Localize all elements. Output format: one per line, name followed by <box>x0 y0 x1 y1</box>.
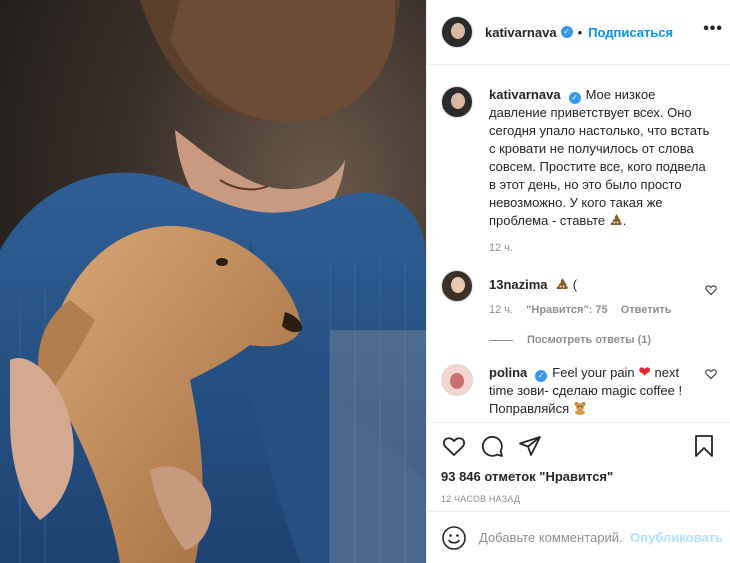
caption-row: kativarnava ✓ Мое низкое давление приветст… <box>441 86 717 254</box>
emoji-picker-icon[interactable] <box>441 525 467 551</box>
caption-username[interactable]: kativarnava <box>489 87 561 102</box>
paper-plane-icon <box>519 436 541 456</box>
view-replies-button[interactable]: Посмотреть ответы (1) <box>489 334 717 346</box>
commenter-avatar[interactable] <box>441 270 473 302</box>
comment-body: 13nazima ( <box>489 276 699 294</box>
share-button[interactable] <box>517 433 543 459</box>
caption-meta: 12 ч. <box>489 242 715 254</box>
poop-emoji-icon <box>556 278 568 289</box>
author-username[interactable]: kativarnava <box>485 25 557 40</box>
post-modal: kativarnava ✓ • Подписаться ••• kativarn… <box>0 0 730 563</box>
comment-item: polina ✓ Feel your pain ❤ next time зови- … <box>441 364 717 418</box>
separator-dot: • <box>577 24 583 40</box>
comment-meta: 12 ч. "Нравится": 75 Ответить <box>489 304 699 316</box>
post-actions: 93 846 отметок "Нравится" 12 часов назад <box>427 422 730 511</box>
verified-badge-icon: ✓ <box>568 92 581 104</box>
comment-time[interactable]: 12 ч. <box>489 304 513 316</box>
comment-input[interactable] <box>479 530 625 545</box>
author-avatar[interactable] <box>441 16 473 48</box>
replies-divider <box>489 339 513 341</box>
post-header: kativarnava ✓ • Подписаться ••• <box>427 0 730 65</box>
view-replies-label: Посмотреть ответы (1) <box>527 334 652 346</box>
like-button[interactable] <box>441 433 467 459</box>
publish-button[interactable]: Опубликовать <box>630 530 723 545</box>
post-photo[interactable] <box>0 0 426 563</box>
caption-text-end: . <box>622 213 627 228</box>
comments-list[interactable]: kativarnava ✓ Мое низкое давление приветст… <box>427 66 730 422</box>
comment-username[interactable]: 13nazima <box>489 277 548 292</box>
reply-button[interactable]: Ответить <box>621 304 672 316</box>
poop-emoji-icon <box>610 214 622 225</box>
teddy-bear-emoji-icon <box>574 402 586 415</box>
caption-time[interactable]: 12 ч. <box>489 242 513 254</box>
action-icons <box>441 433 717 459</box>
caption-avatar[interactable] <box>441 86 473 118</box>
like-comment-heart-icon[interactable] <box>705 284 717 296</box>
caption-body: kativarnava ✓ Мое низкое давление приветст… <box>489 86 715 230</box>
caption-text: Мое низкое давление приветствует всех. О… <box>489 87 710 228</box>
comment-text: ( <box>569 277 578 292</box>
red-heart-emoji-icon: ❤ <box>638 364 651 381</box>
comment-button[interactable] <box>479 433 505 459</box>
comment-item: 13nazima ( 12 ч. "Нравится": 75 Ответить <box>441 270 717 316</box>
heart-icon <box>443 437 465 456</box>
comment-username[interactable]: polina <box>489 365 527 380</box>
more-options-icon[interactable]: ••• <box>703 21 723 37</box>
comment-body: polina ✓ Feel your pain ❤ next time зови- … <box>489 364 699 418</box>
verified-badge-icon: ✓ <box>535 370 548 382</box>
like-comment-heart-icon[interactable] <box>705 368 717 380</box>
photo-illustration <box>0 0 426 563</box>
follow-button[interactable]: Подписаться <box>588 25 673 40</box>
comment-composer: Опубликовать <box>427 511 730 563</box>
commenter-avatar[interactable] <box>441 364 473 396</box>
comment-likes[interactable]: "Нравится": 75 <box>526 304 607 316</box>
posted-time[interactable]: 12 часов назад <box>441 494 717 504</box>
bookmark-icon <box>695 435 713 457</box>
post-sidebar: kativarnava ✓ • Подписаться ••• kativarn… <box>426 0 730 563</box>
comment-text: Feel your pain <box>552 365 635 380</box>
verified-badge-icon: ✓ <box>560 26 573 38</box>
comment-bubble-icon <box>481 435 503 457</box>
likes-count[interactable]: 93 846 отметок "Нравится" <box>441 469 717 484</box>
save-button[interactable] <box>691 433 717 459</box>
